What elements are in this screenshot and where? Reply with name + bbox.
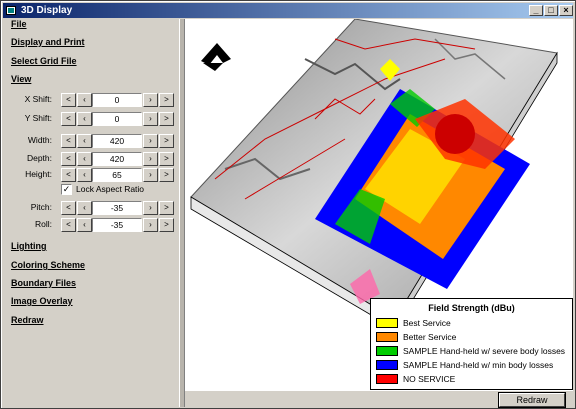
roll-label: Roll:	[34, 219, 52, 229]
legend-swatch-yellow	[376, 318, 398, 328]
menu-boundary-files[interactable]: Boundary Files	[11, 278, 76, 288]
width-increase-button[interactable]: ›	[143, 134, 158, 148]
depth-decrease-button[interactable]: ‹	[77, 152, 92, 166]
minimize-button[interactable]: _	[529, 5, 543, 16]
lock-aspect-ratio-label[interactable]: Lock Aspect Ratio	[76, 184, 144, 195]
menu-file[interactable]: File	[11, 19, 27, 29]
y-shift-label: Y Shift:	[24, 113, 52, 123]
y-shift-input[interactable]: 0	[92, 112, 142, 126]
height-input[interactable]: 65	[92, 168, 142, 182]
roll-decrease-button[interactable]: ‹	[77, 218, 92, 232]
menu-select-grid-file[interactable]: Select Grid File	[11, 56, 77, 66]
north-arrow-icon	[201, 43, 231, 71]
width-label: Width:	[27, 135, 52, 145]
legend-swatch-orange	[376, 332, 398, 342]
height-stepper: < ‹ 65 › >	[61, 168, 174, 182]
maximize-button[interactable]: □	[544, 5, 558, 16]
height-increase-big-button[interactable]: >	[159, 168, 174, 182]
menu-lighting[interactable]: Lighting	[11, 241, 47, 251]
legend-title: Field Strength (dBu)	[428, 303, 515, 313]
x-shift-decrease-button[interactable]: ‹	[77, 93, 92, 107]
menu-view[interactable]: View	[11, 74, 31, 84]
legend-label: Better Service	[403, 332, 457, 342]
depth-decrease-big-button[interactable]: <	[61, 152, 76, 166]
height-decrease-button[interactable]: ‹	[77, 168, 92, 182]
pitch-decrease-big-button[interactable]: <	[61, 201, 76, 215]
pitch-stepper: < ‹ -35 › >	[61, 201, 174, 215]
menu-coloring-scheme[interactable]: Coloring Scheme	[11, 260, 85, 270]
width-increase-big-button[interactable]: >	[159, 134, 174, 148]
legend-swatch-blue	[376, 360, 398, 370]
lock-aspect-ratio-checkbox[interactable]: ✓	[61, 184, 72, 195]
depth-increase-big-button[interactable]: >	[159, 152, 174, 166]
width-input[interactable]: 420	[92, 134, 142, 148]
depth-input[interactable]: 420	[92, 152, 142, 166]
legend-label: SAMPLE Hand-held w/ severe body losses	[403, 346, 566, 356]
roll-increase-button[interactable]: ›	[143, 218, 158, 232]
legend-label: SAMPLE Hand-held w/ min body losses	[403, 360, 554, 370]
width-decrease-big-button[interactable]: <	[61, 134, 76, 148]
x-shift-stepper: < ‹ 0 › >	[61, 93, 174, 107]
pitch-increase-button[interactable]: ›	[143, 201, 158, 215]
pitch-input[interactable]: -35	[92, 201, 142, 215]
legend-label: Best Service	[403, 318, 451, 328]
x-shift-increase-big-button[interactable]: >	[159, 93, 174, 107]
pitch-label: Pitch:	[30, 202, 52, 212]
redraw-button[interactable]: Redraw	[498, 392, 566, 408]
y-shift-decrease-big-button[interactable]: <	[61, 112, 76, 126]
y-shift-stepper: < ‹ 0 › >	[61, 112, 174, 126]
main-window: 3D Display _ □ × File Display and Print …	[0, 0, 576, 409]
width-stepper: < ‹ 420 › >	[61, 134, 174, 148]
menu-redraw[interactable]: Redraw	[11, 315, 44, 325]
depth-increase-button[interactable]: ›	[143, 152, 158, 166]
status-bar: Redraw	[185, 390, 573, 408]
pitch-decrease-button[interactable]: ‹	[77, 201, 92, 215]
x-shift-increase-button[interactable]: ›	[143, 93, 158, 107]
menu-display-and-print[interactable]: Display and Print	[11, 37, 85, 47]
x-shift-input[interactable]: 0	[92, 93, 142, 107]
depth-label: Depth:	[26, 153, 52, 163]
height-increase-button[interactable]: ›	[143, 168, 158, 182]
height-label: Height:	[25, 169, 52, 179]
close-button[interactable]: ×	[559, 5, 573, 16]
legend-label: NO SERVICE	[403, 374, 456, 384]
menu-image-overlay[interactable]: Image Overlay	[11, 296, 73, 306]
pitch-increase-big-button[interactable]: >	[159, 201, 174, 215]
roll-decrease-big-button[interactable]: <	[61, 218, 76, 232]
y-shift-increase-button[interactable]: ›	[143, 112, 158, 126]
x-shift-label: X Shift:	[24, 94, 52, 104]
y-shift-increase-big-button[interactable]: >	[159, 112, 174, 126]
coverage-red-core	[435, 114, 475, 154]
height-decrease-big-button[interactable]: <	[61, 168, 76, 182]
app-icon	[6, 6, 16, 15]
y-shift-decrease-button[interactable]: ‹	[77, 112, 92, 126]
title-bar: 3D Display _ □ ×	[3, 3, 573, 18]
legend-swatch-red	[376, 374, 398, 384]
roll-stepper: < ‹ -35 › >	[61, 218, 174, 232]
roll-increase-big-button[interactable]: >	[159, 218, 174, 232]
legend-swatch-green	[376, 346, 398, 356]
window-title: 3D Display	[21, 5, 73, 16]
width-decrease-button[interactable]: ‹	[77, 134, 92, 148]
x-shift-decrease-big-button[interactable]: <	[61, 93, 76, 107]
depth-stepper: < ‹ 420 › >	[61, 152, 174, 166]
control-panel: File Display and Print Select Grid File …	[3, 19, 179, 407]
field-strength-legend: Field Strength (dBu) Best Service Better…	[370, 298, 573, 390]
roll-input[interactable]: -35	[92, 218, 142, 232]
